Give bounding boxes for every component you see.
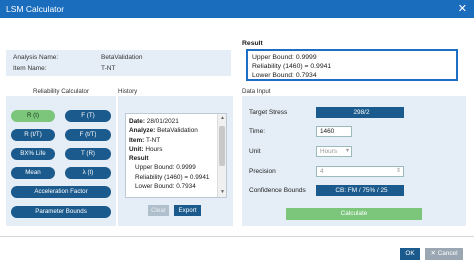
f-t-button[interactable]: F (T) xyxy=(65,110,111,122)
result-heading: Result xyxy=(242,40,263,47)
analysis-name-label: Analysis Name: xyxy=(13,54,59,61)
data-input-panel: Target Stress 298/2 Time: 1460 Unit Hour… xyxy=(242,96,466,226)
history-item-value: T-NT xyxy=(145,136,161,144)
clear-button[interactable]: Clear xyxy=(148,205,169,216)
parameter-bounds-button[interactable]: Parameter Bounds xyxy=(11,206,111,218)
target-stress-label: Target Stress xyxy=(249,109,288,116)
r-t-button[interactable]: R (t) xyxy=(11,110,55,122)
item-name-value: T-NT xyxy=(101,65,116,72)
scroll-down-icon[interactable]: ▼ xyxy=(219,189,226,196)
export-button[interactable]: Export xyxy=(174,205,201,216)
unit-label: Unit xyxy=(249,148,261,155)
history-item-label: Item: xyxy=(129,136,145,144)
history-scrollbar[interactable]: ▲ ▼ xyxy=(217,114,226,197)
close-icon[interactable]: ✕ xyxy=(458,2,467,16)
mean-button[interactable]: Mean xyxy=(11,167,55,179)
target-stress-button[interactable]: 298/2 xyxy=(316,107,404,118)
history-analyze-value: BetaValidation xyxy=(157,127,198,135)
reliability-calculator-heading: Reliability Calculator xyxy=(33,88,90,95)
history-heading: History xyxy=(118,88,138,95)
history-unit-label: Unit: xyxy=(129,145,144,153)
confidence-bounds-button[interactable]: CB: FM / 75% / 25 xyxy=(316,185,404,196)
r-t-over-t-button[interactable]: R (t/T) xyxy=(11,129,55,141)
result-reliability: Reliability (1460) = 0.9941 xyxy=(252,63,332,70)
time-label: Time: xyxy=(249,128,266,135)
history-lower-bound: Lower Bound: 0.7934 xyxy=(135,183,196,191)
precision-label: Precision xyxy=(249,168,276,175)
footer-divider xyxy=(0,236,474,237)
history-analyze-label: Analyze: xyxy=(129,127,156,135)
result-box: Upper Bound: 0.9999 Reliability (1460) =… xyxy=(246,49,458,81)
window-title: LSM Calculator xyxy=(6,4,65,14)
result-upper-bound: Upper Bound: 0.9999 xyxy=(252,54,317,61)
result-lower-bound: Lower Bound: 0.7934 xyxy=(252,72,317,79)
data-input-heading: Data Input xyxy=(242,88,271,95)
history-result-label: Result xyxy=(129,155,149,163)
history-upper-bound: Upper Bound: 0.9999 xyxy=(135,164,196,172)
reliability-calculator-panel: R (t) F (T) R (t/T) F (t/T) BX% Life T (… xyxy=(6,96,116,226)
history-date-value: 28/01/2021 xyxy=(146,118,179,125)
history-reliability: Reliability (1460) = 0.9941 xyxy=(135,173,210,181)
acceleration-factor-button[interactable]: Acceleration Factor xyxy=(11,186,111,198)
item-name-label: Item Name: xyxy=(13,65,47,72)
unit-dropdown[interactable]: Hours xyxy=(316,146,352,157)
history-unit-value: Hours xyxy=(145,145,163,153)
title-bar: LSM Calculator ✕ xyxy=(0,0,474,18)
confidence-bounds-label: Confidence Bounds xyxy=(249,187,306,194)
history-text-area[interactable]: Date: 28/01/2021 Analyze: BetaValidation… xyxy=(125,113,227,198)
analysis-name-value: BetaValidation xyxy=(101,54,143,61)
calculate-button[interactable]: Calculate xyxy=(286,208,422,220)
precision-stepper[interactable]: 4 xyxy=(316,166,404,177)
f-t-over-t-button[interactable]: F (t/T) xyxy=(65,129,111,141)
history-date-label: Date: xyxy=(129,118,145,125)
cancel-button[interactable]: ✕ Cancel xyxy=(425,248,463,260)
ok-button[interactable]: OK xyxy=(400,248,420,260)
t-r-button[interactable]: T (R) xyxy=(65,148,111,160)
bx-life-button[interactable]: BX% Life xyxy=(11,148,55,160)
time-input[interactable]: 1460 xyxy=(316,126,352,137)
lambda-t-button[interactable]: λ (t) xyxy=(65,167,111,179)
scroll-up-icon[interactable]: ▲ xyxy=(219,115,226,122)
analysis-info-panel: Analysis Name: BetaValidation Item Name:… xyxy=(6,50,231,76)
history-panel: Date: 28/01/2021 Analyze: BetaValidation… xyxy=(118,96,233,226)
scroll-thumb[interactable] xyxy=(219,126,225,166)
